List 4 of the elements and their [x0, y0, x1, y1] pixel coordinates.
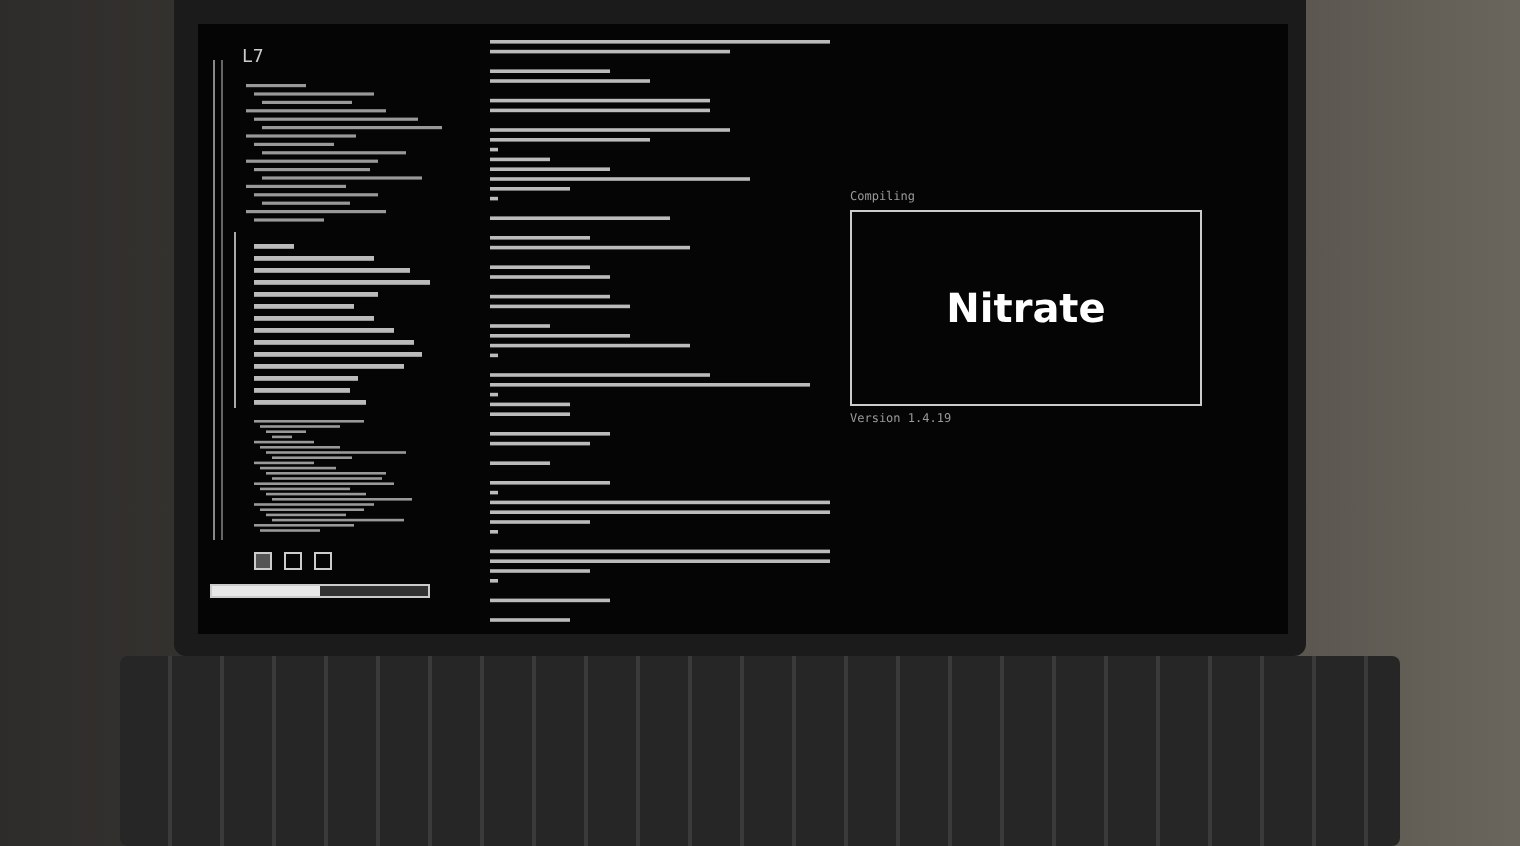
square-icon[interactable] [314, 552, 332, 570]
app-title: Nitrate [946, 284, 1106, 332]
sidebar-header: L7 [242, 48, 264, 68]
square-icon[interactable] [284, 552, 302, 570]
